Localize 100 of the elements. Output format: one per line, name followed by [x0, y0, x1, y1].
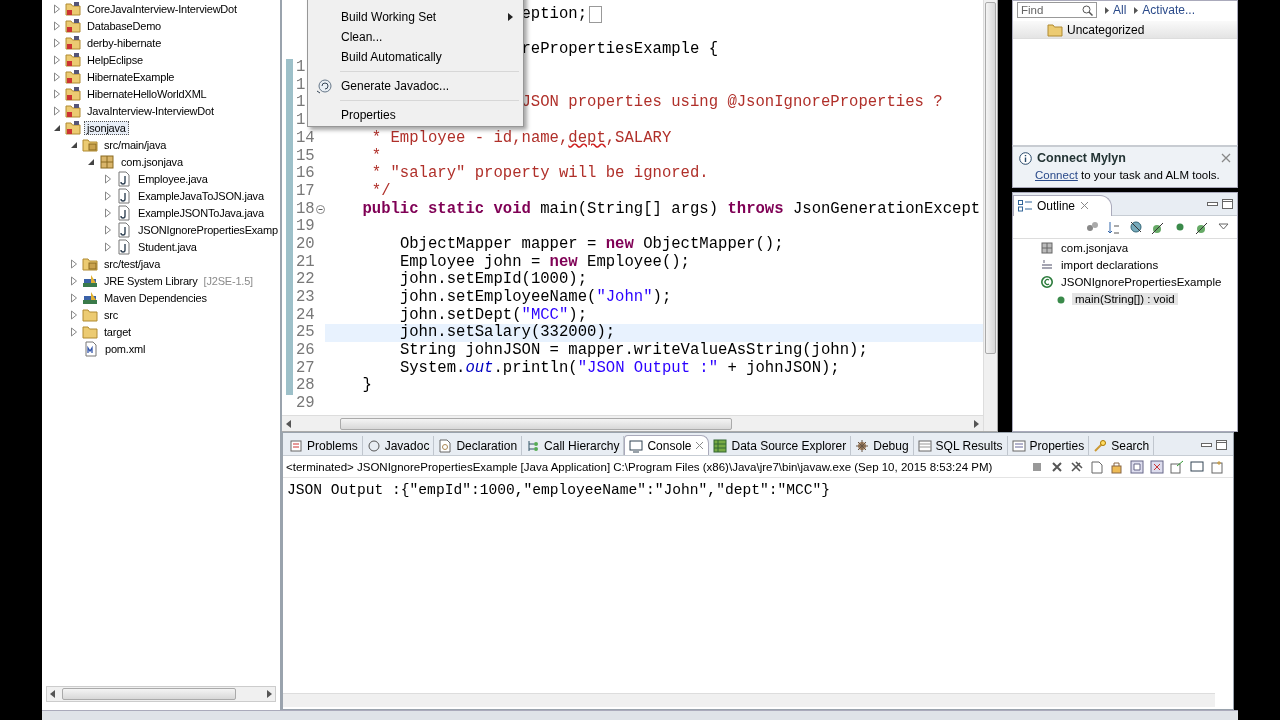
filter-link[interactable]: All — [1105, 3, 1127, 17]
horizontal-scrollbar[interactable] — [283, 693, 1215, 707]
code-line: john.setEmpId(1000); — [399, 271, 588, 289]
remove-all-icon[interactable] — [1070, 459, 1084, 474]
close-icon[interactable] — [1080, 201, 1090, 210]
collapsed-arrow-icon[interactable] — [103, 207, 113, 218]
hide-nonpublic-icon[interactable] — [1129, 220, 1143, 234]
tree-item[interactable]: HibernateExample — [84, 69, 178, 84]
vertical-scrollbar[interactable] — [983, 0, 997, 431]
collapsed-arrow-icon[interactable] — [69, 275, 79, 286]
hide-fields-icon[interactable] — [1085, 220, 1099, 234]
folded-code-icon[interactable] — [589, 6, 603, 24]
pin-icon[interactable] — [1130, 459, 1144, 474]
horizontal-scrollbar[interactable] — [282, 415, 983, 431]
collapsed-arrow-icon[interactable] — [52, 105, 62, 116]
view-tab[interactable]: Data Source Explorer — [709, 436, 852, 455]
collapsed-arrow-icon[interactable] — [69, 292, 79, 303]
tree-item[interactable]: src/main/java — [101, 137, 170, 152]
xml-file-icon — [83, 340, 99, 357]
tree-item[interactable]: JRE System Library — [101, 273, 201, 288]
clear-console-icon[interactable] — [1090, 459, 1104, 474]
tree-item[interactable]: HelpEclipse — [84, 52, 146, 67]
left-arrow-icon — [50, 690, 56, 698]
tree-item[interactable]: JSONIgnorePropertiesExamp — [135, 222, 280, 237]
connect-link[interactable]: Connect — [1035, 169, 1078, 181]
collapsed-arrow-icon[interactable] — [52, 88, 62, 99]
menu-item[interactable]: Generate Javadoc... — [310, 76, 521, 96]
tree-item[interactable]: ExampleJSONToJava.java — [135, 205, 267, 220]
menu-item[interactable]: Build Automatically — [310, 47, 521, 67]
menu-item[interactable]: Properties — [310, 105, 521, 125]
tree-item[interactable]: DatabaseDemo — [84, 18, 165, 33]
collapsed-arrow-icon[interactable] — [52, 20, 62, 31]
collapsed-arrow-icon[interactable] — [52, 71, 62, 82]
menu-item[interactable]: Clean... — [310, 27, 521, 47]
tree-item[interactable]: com.jsonjava — [118, 154, 186, 169]
view-tab[interactable]: Javadoc — [362, 436, 435, 455]
tree-item[interactable]: Student.java — [135, 239, 200, 254]
tree-item[interactable]: JavaInterview-InterviewDot — [84, 103, 217, 118]
view-tab[interactable]: Console — [624, 435, 710, 455]
tree-item[interactable]: HibernateHelloWorldXML — [84, 86, 210, 101]
outline-item[interactable]: main(String[]) : void — [1072, 292, 1178, 305]
tree-item[interactable]: Employee.java — [135, 171, 211, 186]
new-console-icon[interactable] — [1210, 459, 1224, 474]
maximize-icon[interactable] — [1222, 199, 1233, 209]
project-folder-icon — [65, 17, 81, 34]
display-console-icon[interactable] — [1190, 459, 1204, 474]
close-icon[interactable] — [695, 441, 705, 450]
outline-item[interactable]: JSONIgnorePropertiesExample — [1058, 275, 1225, 288]
scroll-lock-icon[interactable] — [1110, 459, 1124, 474]
open-console-icon[interactable] — [1170, 459, 1184, 474]
project-folder-icon — [65, 102, 81, 119]
code-line: System.out.println("JSON Output :" + johnJSON); — [399, 359, 840, 378]
horizontal-scrollbar[interactable] — [46, 686, 276, 702]
tree-item[interactable]: pom.xml — [102, 341, 149, 356]
tree-item[interactable]: target — [101, 324, 134, 339]
collapse-icon[interactable] — [315, 204, 325, 214]
sort-icon[interactable] — [1107, 220, 1121, 234]
close-icon[interactable] — [1221, 153, 1231, 163]
find-field[interactable]: Find — [1017, 2, 1097, 18]
collapsed-arrow-icon[interactable] — [69, 258, 79, 269]
tree-item[interactable]: ExampleJavaToJSON.java — [135, 188, 267, 203]
code-line: john.setSalary(332000); — [399, 324, 616, 342]
outline-item[interactable]: com.jsonjava — [1058, 241, 1132, 254]
hide-local-icon[interactable] — [1195, 220, 1209, 234]
datasource-icon — [713, 438, 728, 453]
collapsed-arrow-icon[interactable] — [103, 224, 113, 235]
tree-item[interactable]: CoreJavaInterview-InterviewDot — [84, 1, 240, 16]
collapsed-arrow-icon[interactable] — [103, 190, 113, 201]
filter-link[interactable]: Activate... — [1134, 3, 1196, 17]
tree-item[interactable]: src/test/java — [101, 256, 164, 271]
show-output-icon[interactable] — [1150, 459, 1164, 474]
collapsed-arrow-icon[interactable] — [52, 54, 62, 65]
hide-static-icon[interactable] — [1151, 220, 1165, 234]
javadoc-icon — [316, 78, 332, 94]
collapsed-arrow-icon[interactable] — [52, 37, 62, 48]
menu-item[interactable]: Build Working Set — [310, 7, 521, 27]
java-file-icon — [116, 170, 132, 187]
submenu-arrow-icon — [508, 13, 513, 21]
tree-item[interactable]: derby-hibernate — [84, 35, 165, 50]
collapsed-arrow-icon[interactable] — [103, 173, 113, 184]
view-tab[interactable]: Problems — [285, 436, 363, 455]
code-line: eption; — [521, 6, 588, 24]
line-number: 27 — [296, 359, 315, 378]
tree-item[interactable]: src — [101, 307, 122, 322]
collapsed-arrow-icon[interactable] — [52, 3, 62, 14]
view-tab[interactable]: Declaration — [434, 436, 523, 455]
collapsed-arrow-icon[interactable] — [69, 309, 79, 320]
view-tab[interactable]: SQL Results — [913, 436, 1008, 455]
view-tab[interactable]: Search — [1089, 436, 1155, 455]
maximize-icon[interactable] — [1216, 440, 1227, 450]
collapsed-arrow-icon[interactable] — [69, 326, 79, 337]
tree-item[interactable]: Maven Dependencies — [101, 290, 210, 305]
view-tab[interactable]: Debug — [851, 436, 914, 455]
search-icon — [1093, 438, 1108, 453]
outline-item[interactable]: import declarations — [1058, 258, 1162, 271]
tree-item[interactable]: jsonjava — [84, 120, 129, 135]
view-tab[interactable]: Properties — [1007, 436, 1090, 455]
remove-icon[interactable] — [1050, 459, 1064, 474]
outline-tab[interactable]: Outline — [1013, 194, 1113, 216]
collapsed-arrow-icon[interactable] — [103, 241, 113, 252]
